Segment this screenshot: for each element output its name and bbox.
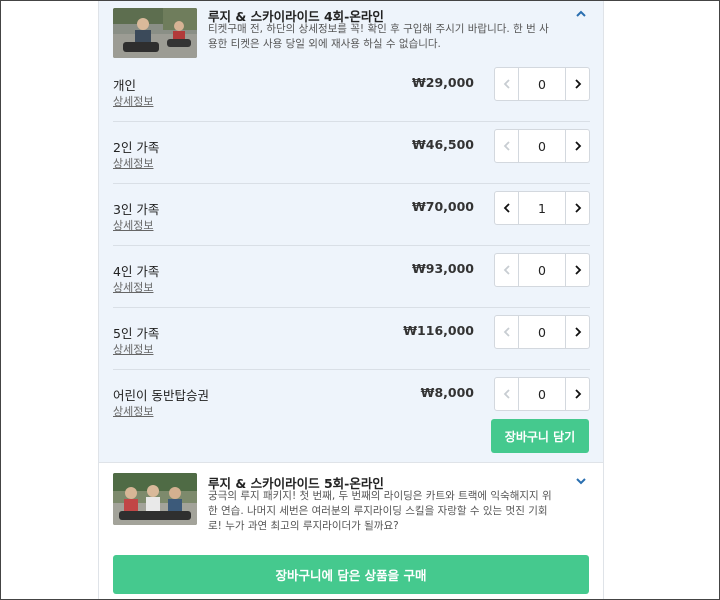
- decrement-button[interactable]: [495, 378, 519, 410]
- add-to-cart-button[interactable]: 장바구니 담기: [491, 419, 589, 453]
- ticket-price: ₩8,000: [420, 385, 474, 400]
- quantity-stepper: 0: [494, 67, 590, 101]
- ticket-label: 4인 가족: [113, 264, 160, 279]
- ticket-row: 3인 가족 상세정보 ₩70,000 1: [113, 184, 590, 246]
- increment-button[interactable]: [565, 68, 589, 100]
- detail-info-link[interactable]: 상세정보: [113, 279, 153, 295]
- increment-button[interactable]: [565, 316, 589, 348]
- ticket-price: ₩116,000: [403, 323, 474, 338]
- increment-button[interactable]: [565, 130, 589, 162]
- product-description: 궁극의 루지 패키지! 첫 번째, 두 번째의 라이딩은 카트와 트랙에 익숙해…: [208, 490, 552, 532]
- chevron-up-icon[interactable]: [573, 8, 589, 24]
- product-thumbnail: [113, 8, 197, 58]
- chevron-right-icon: [574, 327, 581, 337]
- quantity-stepper: 0: [494, 315, 590, 349]
- purchase-cart-items-button[interactable]: 장바구니에 담은 상품을 구매: [113, 555, 589, 594]
- quantity-stepper: 1: [494, 191, 590, 225]
- chevron-right-icon: [574, 79, 581, 89]
- increment-button[interactable]: [565, 378, 589, 410]
- chevron-left-icon: [503, 327, 510, 337]
- ticket-label: 3인 가족: [113, 202, 160, 217]
- ticket-price: ₩93,000: [411, 261, 474, 276]
- ticket-row: 4인 가족 상세정보 ₩93,000 0: [113, 246, 590, 308]
- chevron-left-icon: [503, 141, 510, 151]
- product-header[interactable]: 루지 & 스카이라이드 5회-온라인 궁극의 루지 패키지! 첫 번째, 두 번…: [113, 473, 591, 532]
- ticket-price: ₩70,000: [411, 199, 474, 214]
- ticket-row: 2인 가족 상세정보 ₩46,500 0: [113, 122, 590, 184]
- ticket-row: 개인 상세정보 ₩29,000 0: [113, 60, 590, 122]
- detail-info-link[interactable]: 상세정보: [113, 403, 153, 419]
- quantity-stepper: 0: [494, 253, 590, 287]
- chevron-left-icon: [503, 389, 510, 399]
- product-header[interactable]: 루지 & 스카이라이드 4회-온라인 티켓구매 전, 하단의 상세정보를 꼭! …: [113, 6, 591, 60]
- quantity-stepper: 0: [494, 129, 590, 163]
- ticket-label: 2인 가족: [113, 140, 160, 155]
- decrement-button[interactable]: [495, 316, 519, 348]
- ticket-label: 5인 가족: [113, 326, 160, 341]
- decrement-button[interactable]: [495, 254, 519, 286]
- quantity-value[interactable]: 0: [519, 378, 565, 410]
- chevron-right-icon: [574, 265, 581, 275]
- chevron-down-icon[interactable]: [573, 475, 589, 491]
- ticket-price: ₩29,000: [411, 75, 474, 90]
- increment-button[interactable]: [565, 192, 589, 224]
- detail-info-link[interactable]: 상세정보: [113, 155, 153, 171]
- chevron-right-icon: [574, 389, 581, 399]
- ticket-row: 5인 가족 상세정보 ₩116,000 0: [113, 308, 590, 370]
- product-description: 티켓구매 전, 하단의 상세정보를 꼭! 확인 후 구입해 주시기 바랍니다. …: [208, 23, 549, 50]
- decrement-button[interactable]: [495, 130, 519, 162]
- chevron-left-icon: [503, 79, 510, 89]
- ticket-label: 어린이 동반탑승권: [113, 388, 209, 403]
- detail-info-link[interactable]: 상세정보: [113, 341, 153, 357]
- ticket-options-list: 개인 상세정보 ₩29,000 0 2인 가족 상세정보 ₩46,500 0 3인 가족 상세정보…: [113, 60, 590, 432]
- quantity-stepper: 0: [494, 377, 590, 411]
- increment-button[interactable]: [565, 254, 589, 286]
- quantity-value[interactable]: 0: [519, 130, 565, 162]
- quantity-value[interactable]: 0: [519, 316, 565, 348]
- decrement-button[interactable]: [495, 68, 519, 100]
- ticket-price: ₩46,500: [411, 137, 474, 152]
- decrement-button[interactable]: [495, 192, 519, 224]
- detail-info-link[interactable]: 상세정보: [113, 93, 153, 109]
- chevron-left-icon: [503, 203, 510, 213]
- product-thumbnail: [113, 473, 197, 525]
- chevron-right-icon: [574, 141, 581, 151]
- ticket-panel: 루지 & 스카이라이드 4회-온라인 티켓구매 전, 하단의 상세정보를 꼭! …: [98, 0, 604, 600]
- ticket-label: 개인: [113, 78, 137, 93]
- quantity-value[interactable]: 1: [519, 192, 565, 224]
- product-section-4-rides: 루지 & 스카이라이드 4회-온라인 티켓구매 전, 하단의 상세정보를 꼭! …: [99, 0, 603, 462]
- quantity-value[interactable]: 0: [519, 254, 565, 286]
- quantity-value[interactable]: 0: [519, 68, 565, 100]
- detail-info-link[interactable]: 상세정보: [113, 217, 153, 233]
- chevron-left-icon: [503, 265, 510, 275]
- chevron-right-icon: [574, 203, 581, 213]
- product-section-5-rides: 루지 & 스카이라이드 5회-온라인 궁극의 루지 패키지! 첫 번째, 두 번…: [99, 462, 603, 600]
